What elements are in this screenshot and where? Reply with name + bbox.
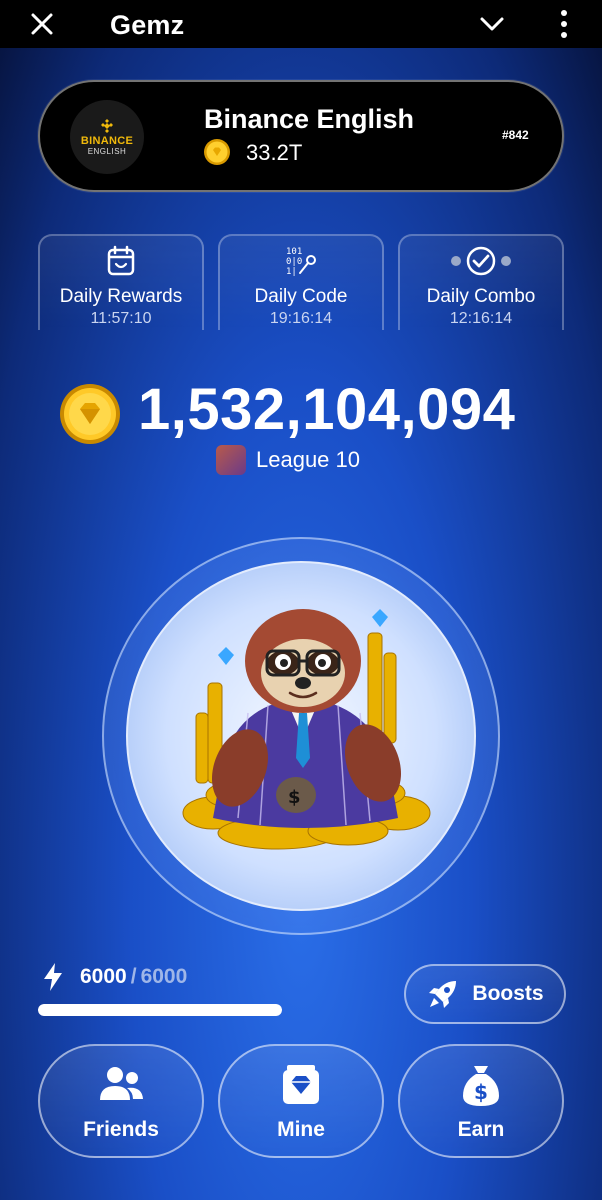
nav-friends-button[interactable]: Friends	[38, 1044, 204, 1158]
daily-combo-label: Daily Combo	[426, 286, 536, 307]
nav-friends-label: Friends	[83, 1118, 159, 1141]
nav-earn-button[interactable]: $ Earn	[398, 1044, 564, 1158]
binance-logo-icon	[101, 118, 113, 133]
daily-code-card[interactable]: 101 0|0 1| Daily Code 19:16:14	[218, 234, 384, 330]
daily-combo-timer: 12:16:14	[449, 310, 513, 327]
money-bag-icon: $	[463, 1066, 499, 1106]
mine-gem-icon	[283, 1065, 319, 1104]
daily-rewards-label: Daily Rewards	[59, 286, 183, 307]
lightning-icon	[44, 963, 62, 991]
daily-rewards-timer: 11:57:10	[90, 310, 152, 327]
energy-max: 6000	[140, 965, 188, 988]
combo-check-icon	[451, 246, 511, 276]
top-bar: Gemz	[0, 0, 602, 48]
energy-separator: /	[130, 965, 137, 988]
nav-mine-label: Mine	[277, 1118, 325, 1141]
league-link[interactable]: League 10	[216, 444, 360, 476]
rocket-icon	[429, 981, 457, 1008]
daily-code-timer: 19:16:14	[269, 310, 333, 327]
svg-text:101: 101	[286, 247, 302, 257]
calendar-icon	[107, 245, 135, 276]
rank-badge: #842	[502, 128, 529, 142]
nav-mine-button[interactable]: Mine	[218, 1044, 384, 1158]
cipher-key-icon: 101 0|0 1|	[286, 247, 316, 277]
energy-bar	[38, 1004, 282, 1016]
main-balance: 1,532,104,094	[58, 377, 548, 444]
daily-rewards-card[interactable]: Daily Rewards 11:57:10	[38, 234, 204, 330]
avatar-brand-text: BINANCE	[80, 134, 134, 147]
daily-combo-card[interactable]: Daily Combo 12:16:14	[398, 234, 564, 330]
energy-readout: 6000 / 6000	[42, 962, 187, 992]
friends-icon	[100, 1067, 143, 1100]
chevron-down-icon[interactable]	[478, 12, 506, 36]
kebab-menu-icon[interactable]	[558, 8, 570, 40]
profile-name: Binance English	[204, 104, 415, 134]
close-icon[interactable]	[28, 10, 56, 38]
profile-balance: 33.2T	[246, 140, 303, 165]
daily-code-label: Daily Code	[254, 286, 348, 307]
app-title: Gemz	[110, 10, 185, 40]
profile-card[interactable]: BINANCE ENGLISH Binance English 33.2T #8…	[38, 80, 564, 192]
svg-text:1|: 1|	[286, 267, 297, 277]
boosts-label: Boosts	[472, 982, 544, 1005]
avatar-sub-text: ENGLISH	[87, 146, 127, 156]
sloth-mascot-icon: $	[182, 609, 431, 850]
coin-icon	[204, 139, 230, 165]
svg-text:$: $	[288, 787, 301, 808]
league-sloth-icon	[216, 445, 246, 475]
nav-earn-label: Earn	[457, 1118, 505, 1141]
coin-icon	[60, 384, 120, 444]
energy-bar-fill	[38, 1004, 282, 1016]
svg-text:$: $	[474, 1080, 488, 1104]
avatar: BINANCE ENGLISH	[70, 100, 144, 174]
svg-text:0|0: 0|0	[286, 257, 302, 267]
league-label: League 10	[256, 447, 360, 472]
balance-amount: 1,532,104,094	[138, 377, 516, 442]
energy-current: 6000	[80, 965, 127, 988]
boosts-button[interactable]: Boosts	[404, 964, 566, 1024]
tap-mascot-button[interactable]: $	[126, 561, 476, 911]
